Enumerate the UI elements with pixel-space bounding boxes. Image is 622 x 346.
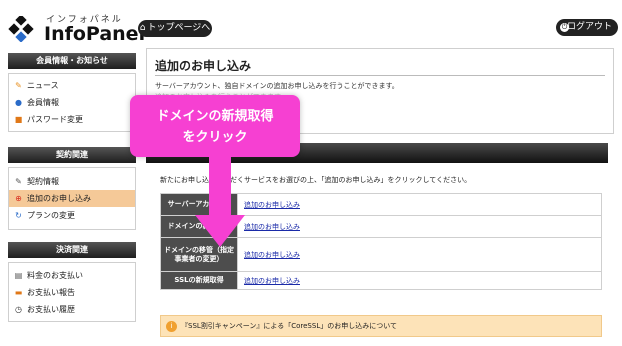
sidebar-item-contract-info[interactable]: ✎ 契約情報 [9, 173, 135, 190]
sidebar-section-payment: 決済関連 [8, 242, 136, 258]
add-icon: ⊕ [15, 194, 22, 203]
sidebar-item-label: パスワード変更 [27, 115, 83, 124]
home-icon: ⌂ [139, 23, 146, 33]
logo-brand: InfoPanel [44, 23, 146, 45]
add-application-link-server[interactable]: 追加のお申し込み [237, 193, 602, 216]
add-application-link-domain-transfer[interactable]: 追加のお申し込み [237, 237, 602, 272]
sidebar-item-payment[interactable]: ▤ 料金のお支払い [9, 267, 135, 284]
sidebar-item-add-application[interactable]: ⊕ 追加のお申し込み [9, 190, 135, 207]
change-icon: ↻ [15, 211, 22, 220]
sidebar-item-password[interactable]: ■ パスワード変更 [9, 111, 135, 128]
sidebar-group-contract: ✎ 契約情報 ⊕ 追加のお申し込み ↻ プランの変更 [8, 167, 136, 230]
down-arrow-icon [195, 155, 245, 247]
callout-line-2: をクリック [182, 130, 248, 145]
user-icon: ● [15, 98, 22, 107]
sidebar-section-member: 会員情報・お知らせ [8, 53, 136, 69]
sidebar-section-contract: 契約関連 [8, 147, 136, 163]
contract-icon: ✎ [15, 177, 22, 186]
page-title: 追加のお申し込み [155, 59, 252, 73]
news-icon: ✎ [15, 81, 22, 90]
add-application-link-domain-new[interactable]: 追加のお申し込み [237, 215, 602, 238]
top-page-label: トップページへ [147, 23, 211, 33]
sidebar-item-label: 追加のお申し込み [27, 194, 91, 203]
lock-icon: ■ [14, 115, 23, 124]
sidebar-item-payment-report[interactable]: ▬ お支払い報告 [9, 284, 135, 301]
sidebar-item-label: お支払い報告 [27, 288, 75, 297]
top-page-button[interactable]: ⌂ トップページへ [138, 20, 212, 37]
sidebar-item-member-info[interactable]: ● 会員情報 [9, 94, 135, 111]
logout-label: ログアウト [566, 22, 612, 32]
service-name: SSLの新規取得 [160, 271, 238, 290]
sidebar-item-plan-change[interactable]: ↻ プランの変更 [9, 207, 135, 224]
sidebar-group-payment: ▤ 料金のお支払い ▬ お支払い報告 ◷ お支払い履歴 [8, 262, 136, 322]
history-icon: ◷ [15, 305, 22, 314]
page-description: サーバーアカウント、独自ドメインの追加お申し込みを行うことができます。 [155, 82, 399, 90]
add-application-link-ssl[interactable]: 追加のお申し込み [237, 271, 602, 290]
sidebar-group-member: ✎ ニュース ● 会員情報 ■ パスワード変更 [8, 73, 136, 132]
sidebar-item-label: 会員情報 [27, 98, 59, 107]
sidebar-item-payment-history[interactable]: ◷ お支払い履歴 [9, 301, 135, 318]
payment-icon: ▤ [14, 271, 23, 280]
power-icon: ⏻ [560, 23, 569, 32]
sidebar-item-label: ニュース [27, 81, 59, 90]
sidebar-item-news[interactable]: ✎ ニュース [9, 77, 135, 94]
sidebar-item-label: プランの変更 [27, 211, 75, 220]
ssl-campaign-notice[interactable]: i 『SSL割引キャンペーン』による「CoreSSL」のお申し込みについて [160, 315, 602, 337]
title-divider [155, 75, 605, 76]
logo-diamond-icon [8, 16, 34, 42]
logout-button[interactable]: ⏻ ログアウト [556, 19, 618, 36]
info-icon: i [166, 321, 177, 332]
sidebar-item-label: 契約情報 [27, 177, 59, 186]
infopanel-logo[interactable]: インフォパネル InfoPanel [8, 10, 145, 45]
callout-line-1: ドメインの新規取得 [156, 109, 274, 124]
report-icon: ▬ [14, 288, 23, 297]
sidebar-item-label: 料金のお支払い [27, 271, 83, 280]
table-row: SSLの新規取得 追加のお申し込み [160, 271, 602, 290]
instruction-callout: ドメインの新規取得 をクリック [130, 95, 300, 157]
sidebar-item-label: お支払い履歴 [27, 305, 75, 314]
campaign-text: 『SSL割引キャンペーン』による「CoreSSL」のお申し込みについて [181, 322, 398, 330]
